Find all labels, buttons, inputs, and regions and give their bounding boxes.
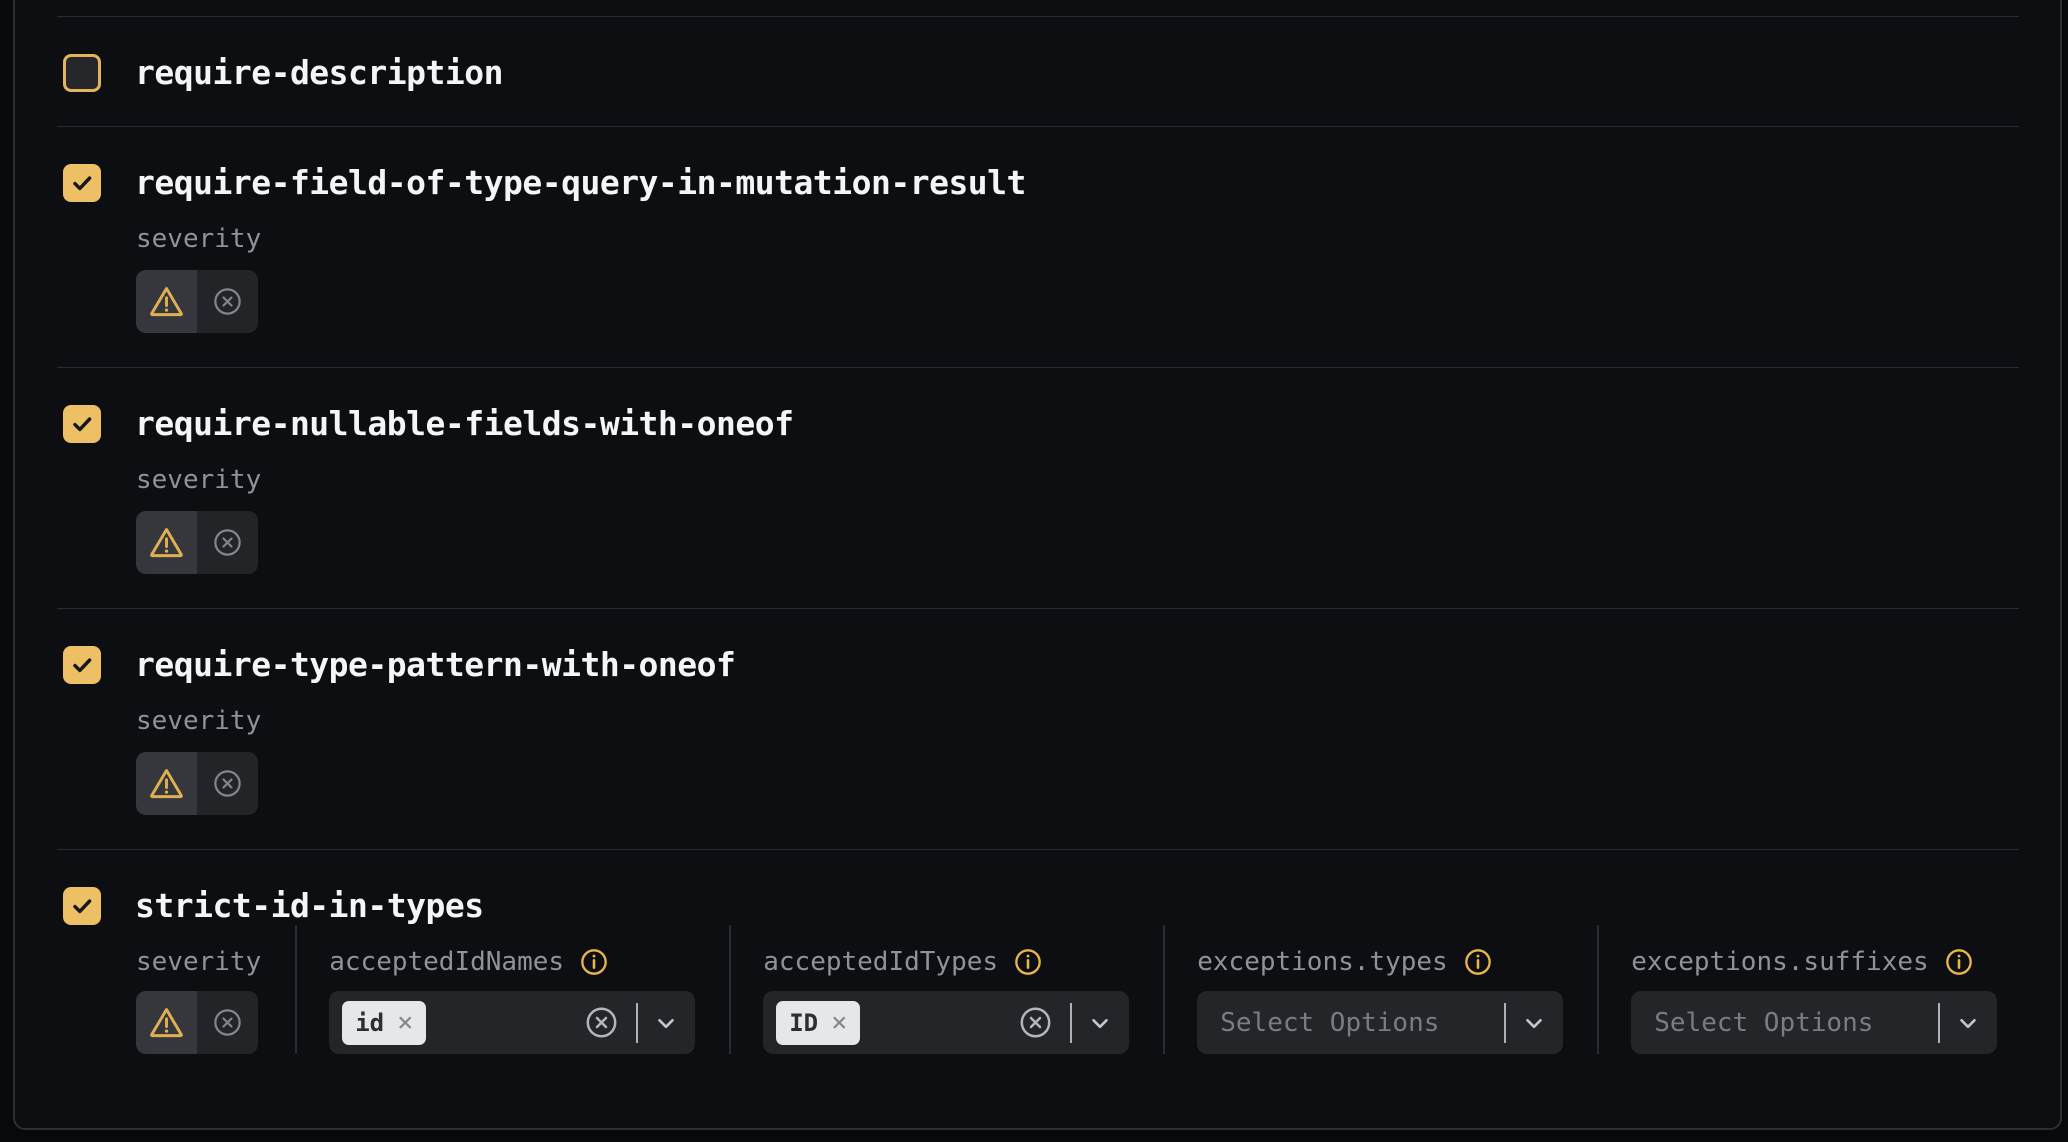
circle-x-icon [212, 527, 243, 558]
check-icon [69, 170, 95, 196]
severity-warning-button[interactable] [136, 511, 197, 574]
severity-off-button[interactable] [197, 991, 258, 1054]
rule-row-strict-id-in-types: strict-id-in-types severity [57, 849, 2019, 1088]
multiselect-exceptions-types[interactable]: Select Options [1197, 991, 1563, 1054]
info-icon[interactable] [1464, 948, 1492, 976]
option-label: exceptions.types [1197, 947, 1447, 977]
severity-column: severity [136, 925, 261, 1054]
info-icon[interactable] [1945, 948, 1973, 976]
warning-triangle-icon [148, 283, 185, 320]
rule-title: require-description [135, 53, 503, 92]
separator [1070, 1003, 1072, 1043]
severity-label: severity [136, 224, 2019, 254]
option-column-exceptions-types: exceptions.types Select Options [1163, 925, 1563, 1054]
severity-off-button[interactable] [197, 511, 258, 574]
severity-toggle [136, 270, 258, 333]
chevron-down-icon[interactable] [653, 1010, 679, 1036]
severity-label: severity [136, 706, 2019, 736]
option-column-acceptedIdNames: acceptedIdNames id × [295, 925, 695, 1054]
option-label: acceptedIdTypes [763, 947, 998, 977]
severity-label: severity [136, 465, 2019, 495]
clear-all-icon[interactable] [1018, 1005, 1053, 1040]
separator [636, 1003, 638, 1043]
multiselect-exceptions-suffixes[interactable]: Select Options [1631, 991, 1997, 1054]
chevron-down-icon[interactable] [1521, 1010, 1547, 1036]
rule-title: strict-id-in-types [135, 886, 484, 925]
severity-toggle [136, 991, 258, 1054]
warning-triangle-icon [148, 765, 185, 802]
rule-checkbox[interactable] [63, 54, 101, 92]
rule-row-require-description: require-description [57, 16, 2019, 126]
rule-title: require-field-of-type-query-in-mutation-… [135, 163, 1026, 202]
severity-off-button[interactable] [197, 270, 258, 333]
rule-row-require-type-pattern-with-oneof: require-type-pattern-with-oneof severity [57, 608, 2019, 849]
chevron-down-icon[interactable] [1087, 1010, 1113, 1036]
warning-triangle-icon [148, 524, 185, 561]
multiselect-acceptedIdTypes[interactable]: ID × [763, 991, 1129, 1054]
rule-title: require-type-pattern-with-oneof [135, 645, 735, 684]
selected-tag: id × [342, 1001, 426, 1045]
rule-title: require-nullable-fields-with-oneof [135, 404, 794, 443]
circle-x-icon [212, 768, 243, 799]
option-label: acceptedIdNames [329, 947, 564, 977]
check-icon [69, 893, 95, 919]
rule-checkbox[interactable] [63, 887, 101, 925]
rule-options-row: severity acceptedIdNames [136, 925, 2019, 1054]
info-icon[interactable] [1014, 948, 1042, 976]
select-placeholder: Select Options [1654, 1008, 1873, 1038]
severity-warning-button[interactable] [136, 752, 197, 815]
select-placeholder: Select Options [1220, 1008, 1439, 1038]
check-icon [69, 411, 95, 437]
clear-all-icon[interactable] [584, 1005, 619, 1040]
multiselect-acceptedIdNames[interactable]: id × [329, 991, 695, 1054]
severity-toggle [136, 752, 258, 815]
rule-checkbox[interactable] [63, 164, 101, 202]
tag-remove-icon[interactable]: × [831, 1009, 847, 1036]
circle-x-icon [212, 1007, 243, 1038]
rule-checkbox[interactable] [63, 405, 101, 443]
severity-off-button[interactable] [197, 752, 258, 815]
check-icon [69, 652, 95, 678]
separator [1938, 1003, 1940, 1043]
rule-checkbox[interactable] [63, 646, 101, 684]
severity-label: severity [136, 947, 261, 977]
option-column-exceptions-suffixes: exceptions.suffixes Select Options [1597, 925, 1997, 1054]
severity-warning-button[interactable] [136, 991, 197, 1054]
severity-warning-button[interactable] [136, 270, 197, 333]
selected-tag: ID × [776, 1001, 860, 1045]
warning-triangle-icon [148, 1004, 185, 1041]
tag-remove-icon[interactable]: × [397, 1009, 413, 1036]
info-icon[interactable] [580, 948, 608, 976]
rule-row-require-nullable-fields-with-oneof: require-nullable-fields-with-oneof sever… [57, 367, 2019, 608]
rules-config-panel: require-description require-field-of-typ… [13, 0, 2062, 1130]
option-label: exceptions.suffixes [1631, 947, 1928, 977]
rule-row-require-field-of-type-query-in-mutation-result: require-field-of-type-query-in-mutation-… [57, 126, 2019, 367]
option-column-acceptedIdTypes: acceptedIdTypes ID × [729, 925, 1129, 1054]
circle-x-icon [212, 286, 243, 317]
severity-toggle [136, 511, 258, 574]
separator [1504, 1003, 1506, 1043]
chevron-down-icon[interactable] [1955, 1010, 1981, 1036]
